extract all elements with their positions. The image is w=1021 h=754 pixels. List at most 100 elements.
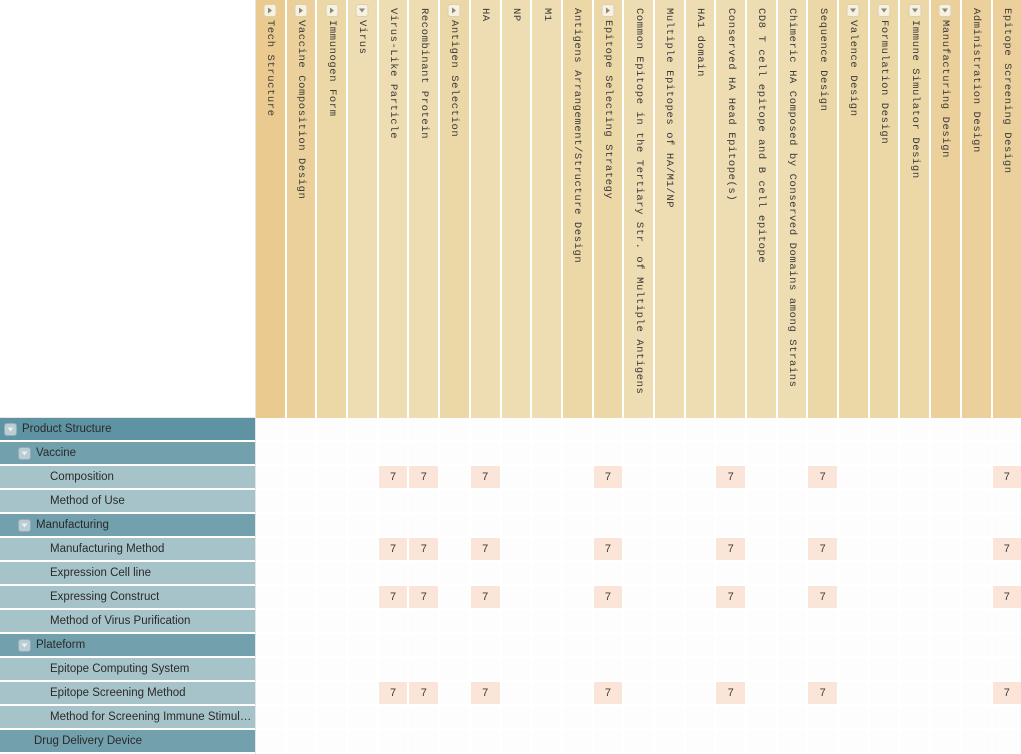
column-header-chimeric-ha-composed-by-conserved-domains-am[interactable]: Chimeric HA Composed by Conserved Domain…	[777, 0, 809, 418]
matrix-cell-value[interactable]: 7	[716, 586, 747, 608]
matrix-cell-empty[interactable]	[501, 490, 533, 512]
matrix-cell-empty[interactable]	[440, 514, 471, 536]
row-header-plateform[interactable]: Plateform	[0, 634, 255, 658]
matrix-cell-empty[interactable]	[409, 490, 441, 512]
matrix-cell-empty[interactable]	[317, 466, 349, 488]
matrix-cell-empty[interactable]	[716, 730, 747, 752]
matrix-cell-value[interactable]: 7	[378, 466, 410, 488]
row-header-method-for-screening-immune-stimulator[interactable]: Method for Screening Immune Stimulator	[0, 706, 255, 730]
matrix-cell-empty[interactable]	[532, 682, 563, 704]
matrix-cell-empty[interactable]	[348, 586, 379, 608]
column-header-cd8-t-cell-epitope-and-b-cell-epitope[interactable]: CD8 T cell epitope and B cell epitope	[747, 0, 778, 418]
matrix-cell-empty[interactable]	[654, 634, 686, 656]
row-header-expressing-construct[interactable]: Expressing Construct	[0, 586, 255, 610]
matrix-cell-empty[interactable]	[562, 682, 594, 704]
triangle-right-icon[interactable]	[294, 4, 308, 17]
matrix-cell-empty[interactable]	[562, 442, 594, 464]
matrix-cell-empty[interactable]	[685, 610, 717, 632]
matrix-cell-empty[interactable]	[777, 634, 809, 656]
matrix-cell-empty[interactable]	[286, 634, 318, 656]
column-header-immune-simulator-design[interactable]: Immune Simulator Design	[900, 0, 932, 418]
matrix-cell-empty[interactable]	[839, 538, 870, 560]
matrix-cell-empty[interactable]	[409, 562, 441, 584]
matrix-cell-empty[interactable]	[747, 562, 778, 584]
matrix-cell-empty[interactable]	[992, 562, 1021, 584]
row-header-epitope-computing-system[interactable]: Epitope Computing System	[0, 658, 255, 682]
matrix-cell-empty[interactable]	[378, 730, 410, 752]
matrix-cell-empty[interactable]	[256, 418, 287, 440]
matrix-cell-empty[interactable]	[532, 586, 563, 608]
matrix-cell-empty[interactable]	[747, 514, 778, 536]
matrix-cell-empty[interactable]	[348, 538, 379, 560]
column-header-epitope-selecting-strategy[interactable]: Epitope Selecting Strategy	[593, 0, 625, 418]
matrix-cell-empty[interactable]	[747, 490, 778, 512]
triangle-down-icon[interactable]	[938, 4, 952, 17]
column-header-ha1-domain[interactable]: HA1 domain	[685, 0, 717, 418]
matrix-cell-empty[interactable]	[470, 418, 502, 440]
matrix-cell-empty[interactable]	[900, 490, 932, 512]
matrix-cell-value[interactable]: 7	[378, 682, 410, 704]
matrix-cell-value[interactable]: 7	[593, 586, 625, 608]
matrix-cell-empty[interactable]	[839, 730, 870, 752]
matrix-cell-empty[interactable]	[931, 466, 962, 488]
matrix-cell-empty[interactable]	[716, 658, 747, 680]
matrix-cell-empty[interactable]	[409, 706, 441, 728]
matrix-cell-empty[interactable]	[869, 586, 901, 608]
matrix-cell-empty[interactable]	[654, 442, 686, 464]
column-header-administration-design[interactable]: Administration Design	[961, 0, 993, 418]
matrix-cell-empty[interactable]	[532, 490, 563, 512]
matrix-cell-empty[interactable]	[470, 610, 502, 632]
matrix-cell-empty[interactable]	[317, 706, 349, 728]
triangle-down-icon[interactable]	[355, 4, 369, 17]
matrix-cell-empty[interactable]	[256, 658, 287, 680]
matrix-cell-empty[interactable]	[992, 730, 1021, 752]
matrix-cell-empty[interactable]	[501, 538, 533, 560]
matrix-cell-empty[interactable]	[378, 634, 410, 656]
matrix-cell-empty[interactable]	[532, 634, 563, 656]
matrix-cell-empty[interactable]	[654, 658, 686, 680]
matrix-cell-empty[interactable]	[747, 586, 778, 608]
matrix-cell-empty[interactable]	[839, 658, 870, 680]
matrix-cell-empty[interactable]	[440, 706, 471, 728]
matrix-cell-empty[interactable]	[808, 610, 840, 632]
column-header-ha[interactable]: HA	[470, 0, 502, 418]
matrix-cell-empty[interactable]	[286, 610, 318, 632]
matrix-cell-empty[interactable]	[961, 442, 993, 464]
matrix-cell-empty[interactable]	[992, 706, 1021, 728]
matrix-cell-empty[interactable]	[532, 466, 563, 488]
matrix-cell-empty[interactable]	[777, 418, 809, 440]
matrix-cell-empty[interactable]	[900, 466, 932, 488]
row-header-product-structure[interactable]: Product Structure	[0, 418, 255, 442]
matrix-cell-empty[interactable]	[869, 730, 901, 752]
matrix-cell-value[interactable]: 7	[593, 682, 625, 704]
matrix-cell-empty[interactable]	[317, 682, 349, 704]
matrix-cell-empty[interactable]	[654, 586, 686, 608]
row-header-expression-cell-line[interactable]: Expression Cell line	[0, 562, 255, 586]
matrix-cell-empty[interactable]	[747, 466, 778, 488]
matrix-cell-empty[interactable]	[685, 634, 717, 656]
triangle-right-icon[interactable]	[601, 4, 615, 17]
matrix-cell-empty[interactable]	[961, 538, 993, 560]
matrix-cell-empty[interactable]	[654, 682, 686, 704]
matrix-cell-empty[interactable]	[931, 442, 962, 464]
matrix-cell-value[interactable]: 7	[716, 538, 747, 560]
matrix-cell-empty[interactable]	[900, 730, 932, 752]
matrix-cell-empty[interactable]	[409, 634, 441, 656]
matrix-cell-empty[interactable]	[593, 610, 625, 632]
matrix-cell-empty[interactable]	[317, 490, 349, 512]
column-header-immunogen-form[interactable]: Immunogen Form	[317, 0, 349, 418]
matrix-cell-empty[interactable]	[501, 682, 533, 704]
matrix-cell-empty[interactable]	[961, 586, 993, 608]
matrix-cell-empty[interactable]	[747, 538, 778, 560]
matrix-cell-empty[interactable]	[348, 706, 379, 728]
matrix-cell-empty[interactable]	[839, 490, 870, 512]
triangle-right-icon[interactable]	[325, 4, 339, 17]
matrix-cell-empty[interactable]	[286, 466, 318, 488]
matrix-cell-empty[interactable]	[777, 586, 809, 608]
matrix-cell-empty[interactable]	[378, 418, 410, 440]
column-header-formulation-design[interactable]: Formulation Design	[869, 0, 901, 418]
matrix-cell-empty[interactable]	[378, 706, 410, 728]
column-header-sequence-design[interactable]: Sequence Design	[808, 0, 840, 418]
matrix-cell-empty[interactable]	[900, 562, 932, 584]
triangle-down-icon[interactable]	[4, 422, 17, 436]
